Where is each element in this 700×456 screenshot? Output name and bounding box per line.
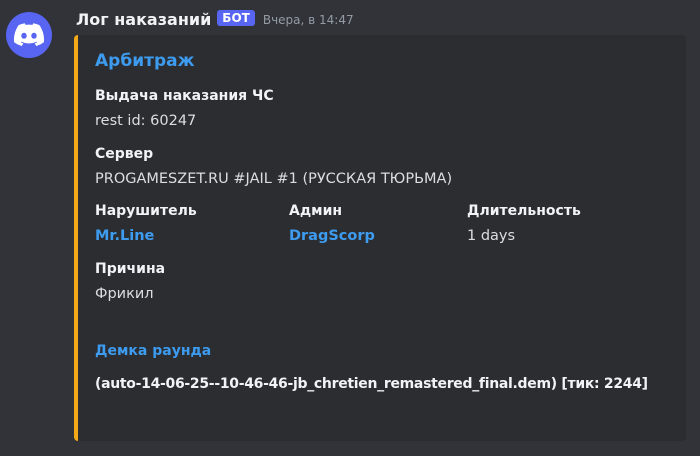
message-header: Лог наказаний БОТ Вчера, в 14:47: [76, 7, 354, 31]
demo-title[interactable]: Демка раунда: [95, 343, 211, 359]
field-reason-value: Фрикил: [95, 286, 154, 302]
demo-file: (auto-14-06-25--10-46-46-jb_chretien_rem…: [95, 376, 648, 392]
field-admin-value[interactable]: DragScorp: [289, 228, 375, 244]
chat-message: Лог наказаний БОТ Вчера, в 14:47 Арбитра…: [0, 0, 700, 456]
field-violator-name: Нарушитель: [95, 203, 197, 219]
field-server-name: Сервер: [95, 146, 154, 162]
bot-badge: БОТ: [217, 10, 255, 26]
field-duration-value: 1 days: [467, 228, 516, 244]
username[interactable]: Лог наказаний: [76, 10, 211, 29]
embed-title[interactable]: Арбитраж: [95, 51, 195, 71]
embed: Арбитраж Выдача наказания ЧС rest id: 60…: [74, 35, 686, 441]
field-reason-name: Причина: [95, 261, 166, 277]
field-admin-name: Админ: [289, 203, 343, 219]
field-violator-value[interactable]: Mr.Line: [95, 228, 154, 244]
field-punishment-value: rest id: 60247: [95, 113, 197, 129]
field-punishment-name: Выдача наказания ЧС: [95, 88, 274, 104]
message-timestamp[interactable]: Вчера, в 14:47: [263, 13, 354, 27]
field-duration-name: Длительность: [467, 203, 581, 219]
discord-logo-icon: [14, 23, 44, 46]
field-server-value: PROGAMESZET.RU #JAIL #1 (РУССКАЯ ТЮРЬМА): [95, 171, 453, 187]
bot-avatar[interactable]: [6, 12, 52, 58]
